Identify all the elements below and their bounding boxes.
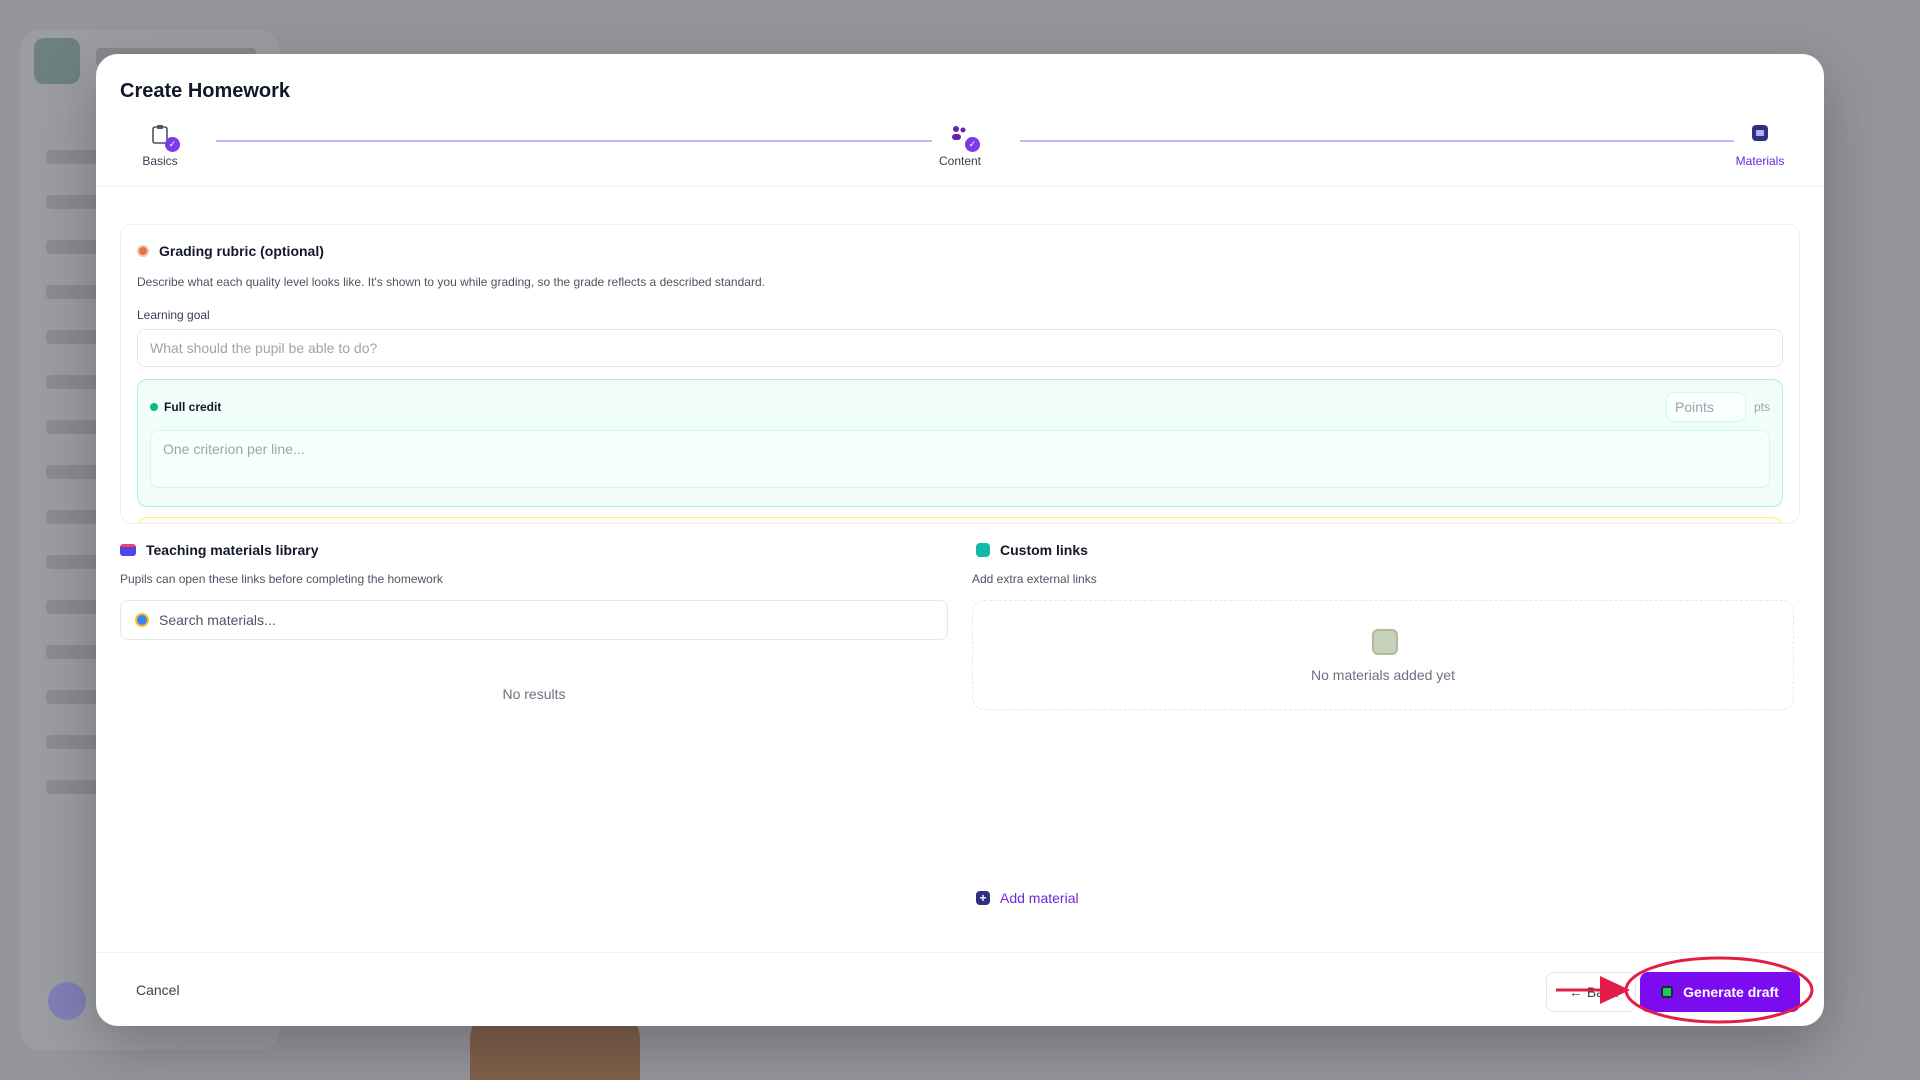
library-title-text: Teaching materials library xyxy=(146,542,319,558)
step-connector xyxy=(1020,140,1734,142)
green-dot-icon xyxy=(150,403,158,411)
grading-rubric-card: Grading rubric (optional) Describe what … xyxy=(120,224,1800,524)
clipboard-icon: ✓ xyxy=(147,124,180,152)
step-label: Content xyxy=(938,154,982,168)
custom-links-description: Add extra external links xyxy=(972,572,1097,586)
custom-links-empty-state: No materials added yet xyxy=(972,600,1794,710)
full-credit-label: Full credit xyxy=(150,400,221,414)
full-credit-level: Full credit pts xyxy=(137,379,1783,507)
plus-icon: + xyxy=(976,891,990,905)
search-input[interactable] xyxy=(159,612,919,628)
modal-title: Create Homework xyxy=(120,80,291,102)
rubric-title-text: Grading rubric (optional) xyxy=(159,243,324,259)
learning-goal-input[interactable] xyxy=(137,329,1783,367)
rubric-description: Describe what each quality level looks l… xyxy=(137,275,765,289)
materials-icon xyxy=(1747,124,1773,148)
step-connector xyxy=(216,140,932,142)
divider xyxy=(96,186,1824,187)
empty-state-icon xyxy=(1372,629,1398,655)
add-material-button[interactable]: + Add material xyxy=(976,890,1079,906)
points-unit: pts xyxy=(1753,400,1770,414)
stepper: ✓ Basics ✓ Content Materials xyxy=(120,124,1800,184)
step-label: Basics xyxy=(142,154,178,168)
link-icon xyxy=(976,543,990,557)
custom-links-title: Custom links xyxy=(976,542,1088,558)
generate-draft-label: Generate draft xyxy=(1683,984,1779,1000)
back-button[interactable]: ← Back xyxy=(1546,972,1636,1012)
library-title: Teaching materials library xyxy=(120,542,318,558)
learning-goal-label: Learning goal xyxy=(137,308,210,322)
custom-links-title-text: Custom links xyxy=(1000,542,1088,558)
generate-draft-button[interactable]: Generate draft xyxy=(1640,972,1800,1012)
full-credit-text: Full credit xyxy=(164,400,222,414)
empty-state-text: No materials added yet xyxy=(1311,667,1455,683)
sparkle-icon xyxy=(1661,986,1674,998)
no-results-text: No results xyxy=(502,686,566,702)
rubric-icon xyxy=(137,245,149,257)
check-icon: ✓ xyxy=(965,137,980,152)
divider xyxy=(96,952,1824,953)
criteria-textarea[interactable] xyxy=(150,430,1770,488)
create-homework-modal: Create Homework ✓ Basics ✓ Content Mater… xyxy=(96,54,1824,1026)
step-content[interactable]: ✓ Content xyxy=(920,124,1000,168)
step-basics[interactable]: ✓ Basics xyxy=(120,124,200,168)
materials-search[interactable] xyxy=(120,600,948,640)
search-icon xyxy=(135,613,149,627)
points-input[interactable] xyxy=(1666,392,1746,422)
rubric-title: Grading rubric (optional) xyxy=(137,243,324,259)
add-material-label: Add material xyxy=(1000,890,1079,906)
check-icon: ✓ xyxy=(165,137,180,152)
cancel-button[interactable]: Cancel xyxy=(136,982,180,998)
library-description: Pupils can open these links before compl… xyxy=(120,572,443,586)
step-label: Materials xyxy=(1735,154,1785,168)
people-icon: ✓ xyxy=(947,124,980,152)
step-materials[interactable]: Materials xyxy=(1720,124,1800,168)
library-icon xyxy=(120,544,136,556)
partial-credit-level xyxy=(137,517,1783,523)
